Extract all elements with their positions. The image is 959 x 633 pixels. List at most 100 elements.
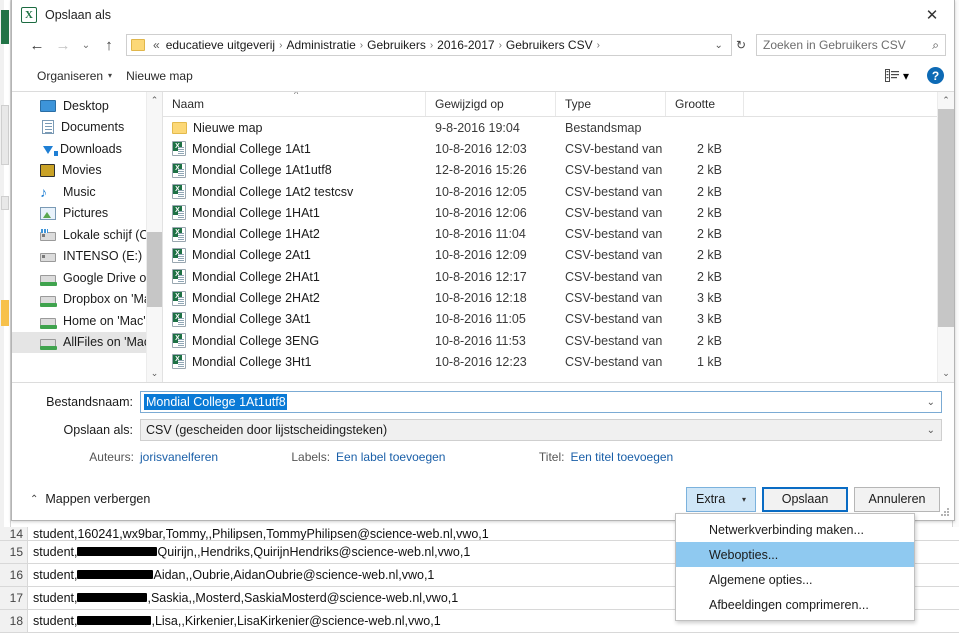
sidebar-item-pictures[interactable]: Pictures: [12, 203, 162, 225]
sidebar-item-google-drive[interactable]: Google Drive on: [12, 267, 162, 289]
authors-label: Auteurs:: [12, 450, 140, 464]
excel-scrollbar-thumb[interactable]: [1, 105, 9, 165]
csv-file-icon: [172, 184, 186, 199]
scrollbar-track[interactable]: [147, 109, 162, 365]
table-row[interactable]: Mondial College 3At1 10-8-2016 11:05 CSV…: [163, 309, 954, 330]
file-name-cell: Mondial College 1HAt1: [163, 205, 426, 220]
authors-value[interactable]: jorisvanelferen: [140, 450, 218, 464]
search-icon[interactable]: ⌕: [932, 38, 939, 53]
sidebar-item-downloads[interactable]: Downloads: [12, 138, 162, 160]
view-options-button[interactable]: ▾: [881, 66, 913, 86]
file-type-cell: CSV-bestand van ...: [556, 163, 666, 177]
file-list-scrollbar[interactable]: ⌃ ⌄: [937, 92, 954, 382]
desktop-icon: [40, 100, 56, 112]
table-row[interactable]: Nieuwe map 9-8-2016 19:04 Bestandsmap: [163, 117, 954, 138]
title-value[interactable]: Een titel toevoegen: [570, 450, 673, 464]
file-type-cell: CSV-bestand van ...: [556, 227, 666, 241]
table-row[interactable]: Mondial College 1At2 testcsv 10-8-2016 1…: [163, 181, 954, 202]
help-button[interactable]: ?: [927, 67, 944, 84]
excel-cell-text: student,Quirijn,,Hendriks,QuirijnHendrik…: [28, 545, 470, 559]
usb-drive-icon: [40, 253, 56, 262]
redaction-bar: [77, 616, 151, 625]
file-list-header: ^Naam Gewijzigd op Type Grootte: [163, 92, 954, 117]
column-header-name[interactable]: ^Naam: [163, 92, 426, 116]
table-row[interactable]: Mondial College 2HAt1 10-8-2016 12:17 CS…: [163, 266, 954, 287]
scrollbar-track[interactable]: [938, 109, 954, 365]
scrollbar-thumb[interactable]: [147, 232, 162, 307]
sidebar-item-documents[interactable]: Documents: [12, 117, 162, 139]
documents-icon: [42, 120, 54, 134]
sidebar-item-movies[interactable]: Movies: [12, 160, 162, 182]
hide-folders-button[interactable]: ⌃ Mappen verbergen: [30, 492, 150, 506]
table-row[interactable]: Mondial College 3Ht1 10-8-2016 12:23 CSV…: [163, 351, 954, 372]
sidebar-item-desktop[interactable]: Desktop: [12, 95, 162, 117]
resize-grip[interactable]: [939, 506, 951, 518]
table-row[interactable]: Mondial College 2At1 10-8-2016 12:09 CSV…: [163, 245, 954, 266]
sidebar-item-allfiles-mac[interactable]: AllFiles on 'Mac': [12, 332, 162, 354]
breadcrumb-item-2[interactable]: Gebruikers: [364, 38, 429, 52]
breadcrumb[interactable]: « educatieve uitgeverij › Administratie …: [126, 34, 732, 56]
sidebar-item-label: INTENSO (E:): [63, 249, 142, 263]
scroll-up-icon[interactable]: ⌃: [938, 92, 954, 109]
sidebar-item-dropbox[interactable]: Dropbox on 'Ma: [12, 289, 162, 311]
menu-item-web-options[interactable]: Webopties...: [676, 542, 914, 567]
sidebar-item-home-mac[interactable]: Home on 'Mac': [12, 310, 162, 332]
close-icon[interactable]: ✕: [910, 0, 954, 30]
up-arrow-icon[interactable]: ↑: [96, 33, 122, 57]
breadcrumb-overflow[interactable]: «: [150, 38, 163, 52]
table-row[interactable]: Mondial College 1At1utf8 12-8-2016 15:26…: [163, 160, 954, 181]
file-type-cell: CSV-bestand van ...: [556, 312, 666, 326]
menu-item-network-connection[interactable]: Netwerkverbinding maken...: [676, 517, 914, 542]
file-type-cell: CSV-bestand van ...: [556, 142, 666, 156]
file-name-cell: Mondial College 1At2 testcsv: [163, 184, 426, 199]
cancel-button[interactable]: Annuleren: [854, 487, 940, 512]
search-box[interactable]: ⌕: [756, 34, 946, 56]
menu-item-compress-pictures[interactable]: Afbeeldingen comprimeren...: [676, 592, 914, 617]
sidebar-item-label: Desktop: [63, 99, 109, 113]
table-row[interactable]: Mondial College 2HAt2 10-8-2016 12:18 CS…: [163, 287, 954, 308]
chevron-down-icon[interactable]: ⌄: [709, 40, 729, 51]
breadcrumb-item-1[interactable]: Administratie: [283, 38, 358, 52]
new-folder-button[interactable]: Nieuwe map: [119, 66, 200, 86]
breadcrumb-separator[interactable]: ›: [596, 40, 601, 51]
excel-scrollbar-segment[interactable]: [1, 196, 9, 210]
breadcrumb-item-3[interactable]: 2016-2017: [434, 38, 497, 52]
csv-file-icon: [172, 312, 186, 327]
breadcrumb-item-0[interactable]: educatieve uitgeverij: [163, 38, 278, 52]
chevron-down-icon[interactable]: ⌄: [921, 425, 941, 436]
refresh-icon[interactable]: ↻: [732, 38, 750, 52]
back-arrow-icon[interactable]: ←: [24, 33, 50, 57]
scroll-down-icon[interactable]: ⌄: [938, 365, 954, 382]
organize-button[interactable]: Organiseren ▾: [30, 66, 119, 86]
file-name-cell: Mondial College 3At1: [163, 312, 426, 327]
csv-file-icon: [172, 141, 186, 156]
recent-locations-icon[interactable]: ⌄: [76, 33, 96, 57]
chevron-down-icon: ▾: [108, 71, 112, 80]
table-row[interactable]: Mondial College 1HAt1 10-8-2016 12:06 CS…: [163, 202, 954, 223]
scroll-up-icon[interactable]: ⌃: [147, 92, 162, 109]
table-row[interactable]: Mondial College 1HAt2 10-8-2016 11:04 CS…: [163, 223, 954, 244]
sidebar-item-local-disk[interactable]: Lokale schijf (C:): [12, 224, 162, 246]
chevron-down-icon[interactable]: ⌄: [921, 397, 941, 408]
sidebar-scrollbar[interactable]: ⌃ ⌄: [146, 92, 162, 382]
extra-label: Extra: [696, 492, 725, 506]
column-header-size[interactable]: Grootte: [666, 92, 744, 116]
file-modified-cell: 10-8-2016 12:03: [426, 142, 556, 156]
table-row[interactable]: Mondial College 1At1 10-8-2016 12:03 CSV…: [163, 138, 954, 159]
sidebar-item-intenso[interactable]: INTENSO (E:): [12, 246, 162, 268]
labels-value[interactable]: Een label toevoegen: [336, 450, 445, 464]
scrollbar-thumb[interactable]: [938, 109, 954, 327]
sidebar-item-music[interactable]: ♪Music: [12, 181, 162, 203]
breadcrumb-item-4[interactable]: Gebruikers CSV: [503, 38, 596, 52]
scroll-down-icon[interactable]: ⌄: [147, 365, 162, 382]
savetype-select[interactable]: CSV (gescheiden door lijstscheidingsteke…: [140, 419, 942, 441]
column-header-type[interactable]: Type: [556, 92, 666, 116]
search-input[interactable]: [763, 38, 932, 52]
extra-button[interactable]: Extra ▾: [686, 487, 756, 512]
menu-item-general-options[interactable]: Algemene opties...: [676, 567, 914, 592]
column-header-modified[interactable]: Gewijzigd op: [426, 92, 556, 116]
forward-arrow-icon[interactable]: →: [50, 33, 76, 57]
filename-input[interactable]: Mondial College 1At1utf8 ⌄: [140, 391, 942, 413]
save-button[interactable]: Opslaan: [762, 487, 848, 512]
table-row[interactable]: Mondial College 3ENG 10-8-2016 11:53 CSV…: [163, 330, 954, 351]
